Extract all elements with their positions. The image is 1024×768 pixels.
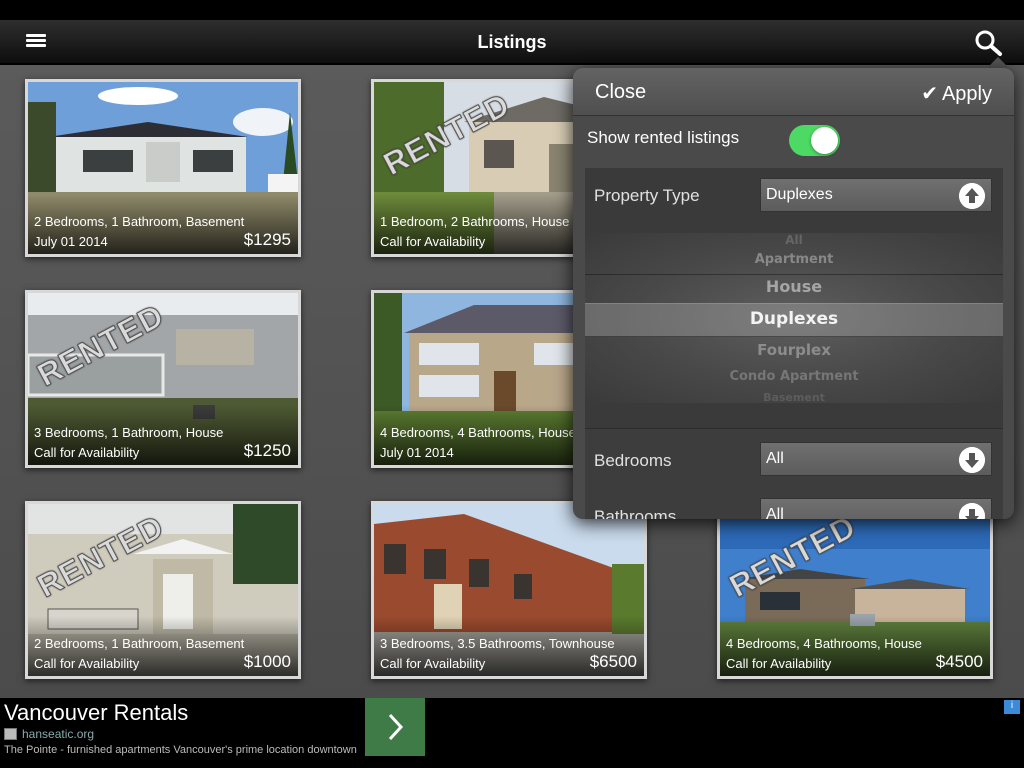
listing-description: 3 Bedrooms, 3.5 Bathrooms, Townhouse <box>380 636 615 651</box>
listing-availability: Call for Availability <box>34 445 140 460</box>
listing-price: $4500 <box>935 652 983 671</box>
chevron-right-icon <box>388 713 404 741</box>
listing-description: 2 Bedrooms, 1 Bathroom, Basement <box>34 636 245 651</box>
listing-description: 4 Bedrooms, 4 Bathrooms, House <box>726 636 922 651</box>
listing-description: 4 Bedrooms, 4 Bathrooms, House <box>380 425 576 440</box>
property-type-picker[interactable]: All Apartment House Duplexes Fourplex Co… <box>585 233 1003 403</box>
picker-option[interactable]: Fourplex <box>585 341 1003 359</box>
ad-go-button[interactable] <box>365 698 425 756</box>
listing-description: 1 Bedroom, 2 Bathrooms, House <box>380 214 570 229</box>
arrow-down-icon <box>959 503 985 519</box>
picker-option[interactable]: House <box>585 277 1003 296</box>
listing-availability: Call for Availability <box>380 234 486 249</box>
page-title: Listings <box>477 32 547 52</box>
picker-option-selected[interactable]: Duplexes <box>585 309 1003 329</box>
show-rented-toggle[interactable] <box>789 125 840 156</box>
show-rented-label: Show rented listings <box>587 128 740 147</box>
close-button[interactable]: Close <box>595 81 646 104</box>
listing-card[interactable]: RENTED 3 Bedrooms, 1 Bathroom, House Cal… <box>25 290 301 468</box>
listing-description: 3 Bedrooms, 1 Bathroom, House <box>34 425 224 440</box>
listing-price: $1295 <box>243 230 291 249</box>
picker-option[interactable]: All <box>585 233 1003 247</box>
property-type-label: Property Type <box>594 186 700 205</box>
listing-card[interactable]: RENTED 4 Bedrooms, 4 Bathrooms, House Ca… <box>717 501 993 679</box>
property-type-select[interactable]: Duplexes <box>760 178 992 212</box>
ad-url[interactable]: hanseatic.org <box>22 727 94 741</box>
checkmark-icon: ✔ <box>921 83 938 105</box>
ad-title[interactable]: Vancouver Rentals <box>4 700 188 726</box>
arrow-down-icon <box>959 447 985 473</box>
listing-description: 2 Bedrooms, 1 Bathroom, Basement <box>34 214 245 229</box>
listing-availability: July 01 2014 <box>380 445 454 460</box>
picker-option[interactable]: Apartment <box>585 252 1003 267</box>
bedrooms-select[interactable]: All <box>760 442 992 476</box>
bathrooms-label: Bathrooms <box>594 507 677 519</box>
property-type-value: Duplexes <box>766 186 833 203</box>
apply-button[interactable]: ✔ Apply <box>921 81 992 106</box>
status-bar <box>0 0 1024 20</box>
listing-availability: Call for Availability <box>34 656 140 671</box>
picker-option[interactable]: Basement <box>585 391 1003 403</box>
picker-option[interactable]: Condo Apartment <box>585 369 1003 384</box>
listing-price: $6500 <box>589 652 637 671</box>
listing-availability: Call for Availability <box>726 656 832 671</box>
listing-price: $1000 <box>243 652 291 671</box>
bedrooms-value: All <box>766 450 784 467</box>
search-icon[interactable] <box>972 29 1008 57</box>
listing-card[interactable]: 3 Bedrooms, 3.5 Bathrooms, Townhouse Cal… <box>371 501 647 679</box>
apply-label: Apply <box>941 83 992 105</box>
listing-price: $1250 <box>243 441 291 460</box>
filter-header: Close ✔ Apply <box>573 68 1014 116</box>
ad-banner[interactable]: Vancouver Rentals hanseatic.org The Poin… <box>0 698 1024 758</box>
bathrooms-select[interactable]: All <box>760 498 992 519</box>
listing-card[interactable]: 2 Bedrooms, 1 Bathroom, Basement July 01… <box>25 79 301 257</box>
filter-panel: Close ✔ Apply Show rented listings Proper… <box>573 68 1014 519</box>
listing-card[interactable]: RENTED 2 Bedrooms, 1 Bathroom, Basement … <box>25 501 301 679</box>
arrow-up-icon <box>959 183 985 209</box>
nav-bar: Listings <box>0 20 1024 64</box>
listing-availability: Call for Availability <box>380 656 486 671</box>
bathrooms-value: All <box>766 506 784 519</box>
listing-availability: July 01 2014 <box>34 234 108 249</box>
ad-info-icon[interactable]: i <box>1004 700 1020 714</box>
favicon-icon <box>4 728 17 740</box>
ad-description: The Pointe - furnished apartments Vancou… <box>4 744 357 756</box>
bedrooms-label: Bedrooms <box>594 451 672 470</box>
